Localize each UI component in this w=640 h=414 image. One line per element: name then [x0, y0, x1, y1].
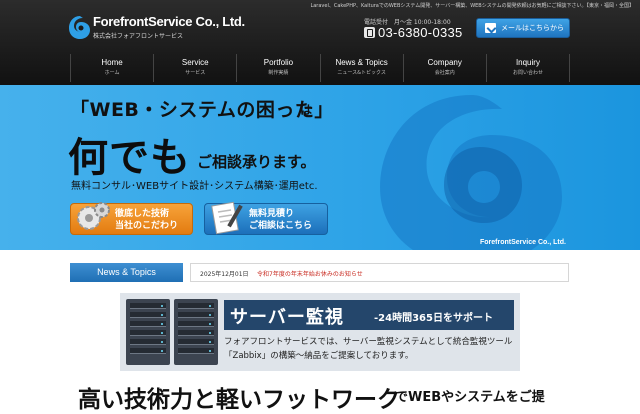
nav-item-company[interactable]: Company 会社案内 [402, 54, 486, 82]
hero-headline: 何でも [68, 135, 191, 181]
technology-button-line2: 当社のこだわり [115, 221, 179, 231]
main-nav: Home ホーム Service サービス Portfolio 制作実績 New… [70, 54, 571, 82]
estimate-button-label: 無料見積り ご相談はこちら [249, 208, 312, 232]
news-section-title: News & Topics [70, 263, 183, 282]
hero-brand-name: ForefrontService Co., Ltd. [480, 239, 566, 246]
nav-item-portfolio[interactable]: Portfolio 制作実績 [236, 54, 319, 82]
banner-description: フォアフロントサービスでは、サーバー監視システムとして統合監視ツール「Zabbi… [224, 337, 513, 361]
news-ticker: 2025年12月01日 令和7年度の年末年始お休みのお知らせ [190, 263, 569, 282]
hero-subtitle: 無料コンサル･WEBサイト設計･システム構築･運用etc. [71, 181, 318, 192]
gears-icon [77, 202, 110, 230]
section-headline: 高い技術力と軽いフットワーク [78, 387, 400, 413]
nav-item-service[interactable]: Service サービス [153, 54, 236, 82]
phone-icon [364, 27, 375, 38]
banner-heading-bar: サーバー監視 -24時間365日をサポート [224, 300, 514, 330]
technology-button[interactable]: 徹底した技術 当社のこだわり [70, 202, 193, 235]
nav-sublabel: サービス [185, 70, 206, 76]
server-rack-icon [174, 299, 218, 365]
mail-button-label: メールはこちらから [501, 24, 564, 32]
estimate-button[interactable]: 無料見積り ご相談はこちら [204, 201, 328, 235]
estimate-button-line1: 無料見積り [249, 209, 295, 219]
nav-sublabel: ニュース&トピックス [337, 70, 386, 76]
hero-swirl-logo-icon [380, 95, 562, 250]
nav-label: Service [181, 58, 209, 67]
nav-sublabel: ホーム [104, 70, 120, 76]
hero-banner: 「WEB・システムの困った」 は 何でも ご相談承ります。 無料コンサル･WEB… [0, 85, 640, 250]
nav-label: News & Topics [335, 58, 388, 67]
nav-label: Portfolio [263, 58, 294, 67]
news-date: 2025年12月01日 [200, 271, 249, 278]
nav-label: Company [427, 58, 462, 67]
logo-company-subname: 株式会社フォアフロントサービス [93, 33, 184, 40]
nav-label: Home [101, 58, 123, 67]
banner-tagline: -24時間365日をサポート [374, 313, 493, 324]
hero-question-suffix: は [300, 103, 313, 117]
nav-sublabel: お問い合わせ [512, 70, 543, 76]
nav-item-news[interactable]: News & Topics ニュース&トピックス [319, 54, 403, 82]
mail-icon [485, 23, 496, 33]
nav-item-inquiry[interactable]: Inquiry お問い合わせ [485, 54, 571, 82]
technology-button-label: 徹底した技術 当社のこだわり [115, 208, 178, 232]
nav-sublabel: 会社案内 [434, 70, 455, 76]
banner-title: サーバー監視 [230, 307, 344, 328]
logo-company-name[interactable]: ForefrontService Co., Ltd. [93, 14, 245, 29]
server-rack-icon [126, 299, 170, 365]
nav-sublabel: 制作実績 [268, 70, 289, 76]
server-monitoring-banner[interactable]: サーバー監視 -24時間365日をサポート フォアフロントサービスでは、サーバー… [120, 293, 520, 371]
nav-item-home[interactable]: Home ホーム [70, 54, 153, 82]
logo-swirl-icon[interactable] [68, 14, 92, 40]
section-headline-rest: でWEBやシステムをご提 [395, 390, 545, 405]
estimate-button-line2: ご相談はこちら [249, 221, 313, 231]
technology-button-line1: 徹底した技術 [115, 209, 170, 219]
phone-number[interactable]: 03-6380-0335 [378, 25, 463, 40]
header-tagline: Laravel、CakePHP、KalturaでのWEBシステム開発、サーバー構… [310, 3, 634, 9]
site-header: Laravel、CakePHP、KalturaでのWEBシステム開発、サーバー構… [0, 0, 640, 85]
nav-label: Inquiry [515, 58, 540, 67]
mail-contact-button[interactable]: メールはこちらから [476, 18, 570, 38]
news-link[interactable]: 令和7年度の年末年始お休みのお知らせ [257, 269, 363, 278]
hero-question: 「WEB・システムの困った」 [70, 99, 334, 121]
document-pen-icon [211, 201, 243, 235]
hero-headline-suffix: ご相談承ります。 [197, 153, 316, 171]
